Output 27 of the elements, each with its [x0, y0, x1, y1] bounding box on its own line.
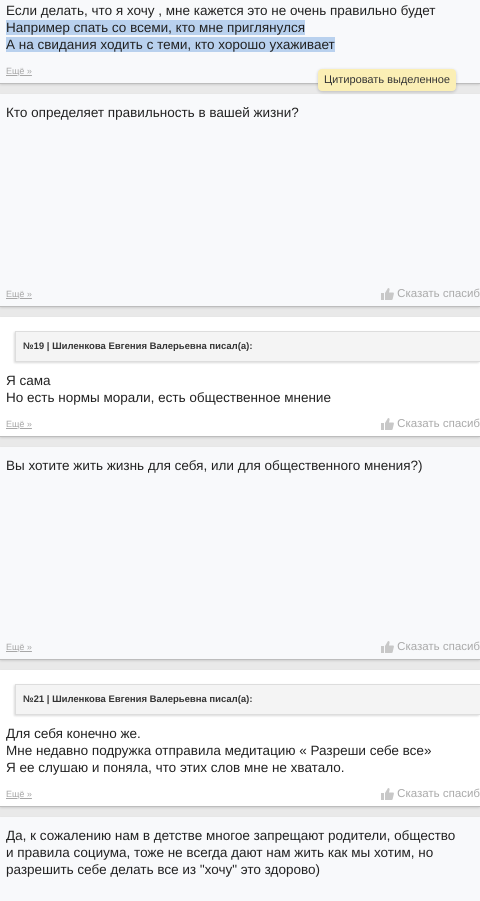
- more-link[interactable]: Ещё »: [6, 642, 32, 652]
- thanks-button[interactable]: Сказать спасиб: [381, 788, 480, 800]
- quote-header: №19 | Шиленкова Евгения Валерьевна писал(а):: [15, 331, 480, 362]
- thanks-button[interactable]: Сказать спасиб: [381, 288, 480, 300]
- thumbs-up-icon: [381, 641, 394, 653]
- post-text: Но есть нормы морали, есть общественное мнение: [6, 390, 331, 405]
- thumbs-up-icon: [381, 788, 394, 800]
- post-text: Мне недавно подружка отправила медитацию « Разреши себе все»: [6, 743, 432, 758]
- more-link[interactable]: Ещё »: [6, 289, 32, 299]
- post-text: Для себя конечно же.: [6, 726, 141, 741]
- more-link[interactable]: Ещё »: [6, 789, 32, 799]
- post-text: Кто определяет правильность в вашей жизни?: [6, 105, 299, 120]
- post-text: Если делать, что я хочу , мне кажется это не очень правильно будет: [6, 3, 436, 18]
- post-text: Я сама: [6, 373, 51, 388]
- post-text: Да, к сожалению нам в детстве многое запрещают родители, общество и правила социума, тоже не всегда дают нам жить как мы хотим, но разрешить себе делать все из "хочу" это здорово): [6, 828, 456, 877]
- quote-selection-tooltip[interactable]: Цитировать выделенное: [318, 69, 456, 91]
- quote-header: №21 | Шиленкова Евгения Валерьевна писал(а):: [15, 684, 480, 715]
- thanks-button[interactable]: Сказать спасиб: [381, 418, 480, 430]
- more-link[interactable]: Ещё »: [6, 66, 32, 76]
- post-text: Я ее слушаю и поняла, что этих слов мне не хватало.: [6, 760, 344, 775]
- post-text: А на свидания ходить с теми, кто хорошо ухаживает: [6, 37, 335, 52]
- post-text: Вы хотите жить жизнь для себя, или для общественного мнения?): [6, 458, 423, 473]
- thumbs-up-icon: [381, 418, 394, 430]
- thanks-button[interactable]: Сказать спасиб: [381, 641, 480, 653]
- post-text: Например спать со всеми, кто мне приглянулся: [6, 20, 306, 35]
- more-link[interactable]: Ещё »: [6, 419, 32, 429]
- thumbs-up-icon: [381, 288, 394, 300]
